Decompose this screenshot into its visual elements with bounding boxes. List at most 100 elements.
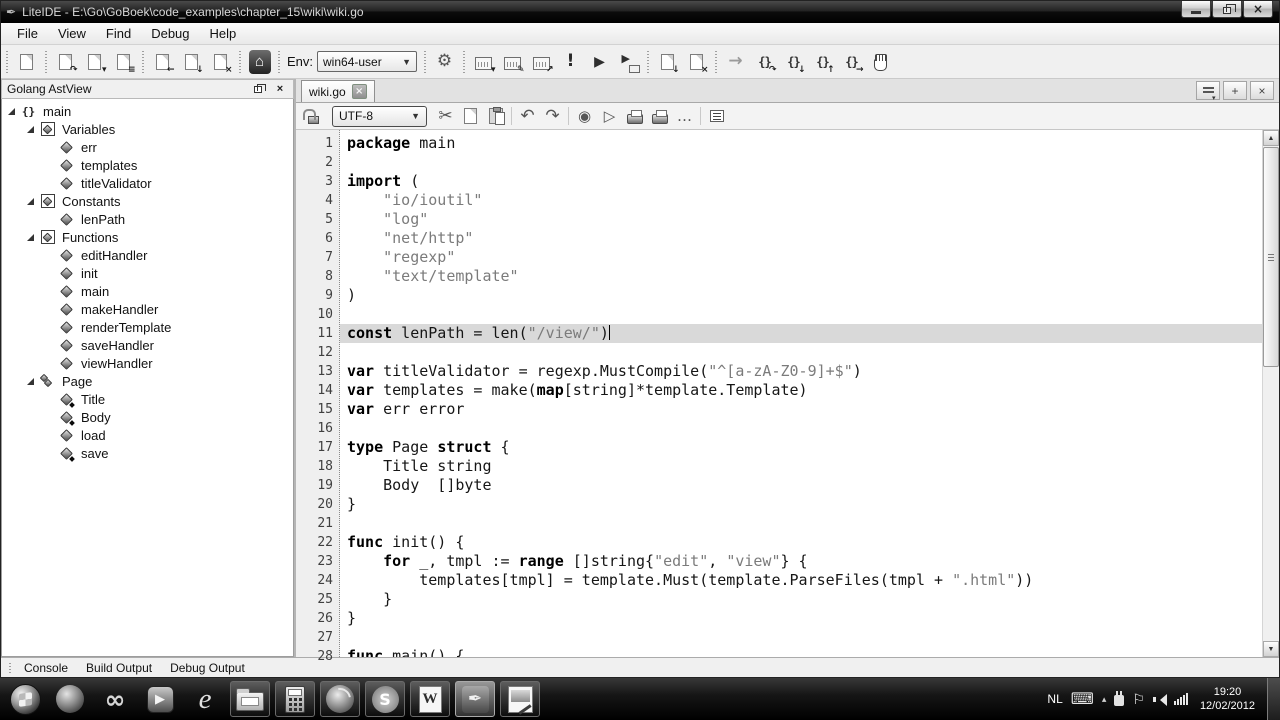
power-plug-icon[interactable] xyxy=(1114,695,1124,706)
code-line[interactable] xyxy=(340,514,1262,533)
open-file-button[interactable]: ↷ xyxy=(52,48,79,75)
tree-item-init[interactable]: init xyxy=(2,264,293,282)
more-button[interactable]: … xyxy=(672,104,697,128)
close-all-files-button[interactable]: × xyxy=(207,48,234,75)
env-select[interactable]: win64-user▼ xyxy=(317,51,417,72)
run-button[interactable]: ▶ xyxy=(586,48,613,75)
tree-item-main[interactable]: {}main xyxy=(2,102,293,120)
edit-outline-button[interactable] xyxy=(704,104,729,128)
action-center-flag-icon[interactable]: ⚐ xyxy=(1132,691,1145,708)
code-line[interactable]: var err error xyxy=(340,400,1262,419)
code-line[interactable]: func main() { xyxy=(340,647,1262,657)
code-line[interactable]: Title string xyxy=(340,457,1262,476)
code-line[interactable]: } xyxy=(340,590,1262,609)
encoding-select[interactable]: UTF-8 ▼ xyxy=(332,106,427,127)
code-line[interactable]: var templates = make(map[string]*templat… xyxy=(340,381,1262,400)
step-out-button[interactable]: {}↑ xyxy=(809,48,836,75)
menu-help[interactable]: Help xyxy=(200,24,247,43)
tree-item-lenpath[interactable]: lenPath xyxy=(2,210,293,228)
code-line[interactable]: Body []byte xyxy=(340,476,1262,495)
lock-button[interactable] xyxy=(301,104,326,128)
expander-icon[interactable] xyxy=(27,378,34,385)
restore-button[interactable] xyxy=(1212,1,1242,18)
step-into-button[interactable]: {}↓ xyxy=(780,48,807,75)
keyboard-icon[interactable]: ⌨ xyxy=(1071,689,1094,709)
close-panel-button[interactable]: × xyxy=(272,82,288,97)
code-line[interactable]: "net/http" xyxy=(340,229,1262,248)
editor-list-button[interactable] xyxy=(1196,81,1220,100)
new-file-button[interactable] xyxy=(13,48,40,75)
stop-debug-button[interactable] xyxy=(867,48,894,75)
show-desktop-button[interactable] xyxy=(1267,678,1280,720)
firefox-icon[interactable] xyxy=(320,681,360,717)
code-line[interactable]: } xyxy=(340,495,1262,514)
skype-icon[interactable]: S xyxy=(365,681,405,717)
code-line[interactable]: "log" xyxy=(340,210,1262,229)
go-get-button[interactable]: ▾ xyxy=(470,48,497,75)
paste-button[interactable] xyxy=(483,104,508,128)
scroll-down-button[interactable]: ▼ xyxy=(1263,641,1279,657)
expander-icon[interactable] xyxy=(27,234,34,241)
menu-file[interactable]: File xyxy=(7,24,48,43)
undo-button[interactable]: ↶ xyxy=(515,104,540,128)
tree-item-body[interactable]: Body xyxy=(2,408,293,426)
options-button[interactable]: ⚙ xyxy=(431,48,458,75)
insert-api-button[interactable]: ↓ xyxy=(654,48,681,75)
word-icon[interactable]: W xyxy=(410,681,450,717)
code-line[interactable]: import ( xyxy=(340,172,1262,191)
stop-action-button[interactable]: ! xyxy=(557,48,584,75)
tab-wiki-go[interactable]: wiki.go × xyxy=(301,80,375,102)
float-panel-button[interactable] xyxy=(250,82,266,97)
expression-icon[interactable]: ∞ xyxy=(95,681,135,717)
vertical-scrollbar[interactable]: ▲ ▼ xyxy=(1262,130,1279,657)
tree-item-title[interactable]: Title xyxy=(2,390,293,408)
code-line[interactable]: package main xyxy=(340,134,1262,153)
tree-item-save[interactable]: save xyxy=(2,444,293,462)
scroll-up-button[interactable]: ▲ xyxy=(1263,130,1279,146)
code-line[interactable]: "io/ioutil" xyxy=(340,191,1262,210)
tree-item-constants[interactable]: Constants xyxy=(2,192,293,210)
go-install-button[interactable]: ↗ xyxy=(528,48,555,75)
code-line[interactable] xyxy=(340,628,1262,647)
tree-item-page[interactable]: Page xyxy=(2,372,293,390)
code-line[interactable]: var titleValidator = regexp.MustCompile(… xyxy=(340,362,1262,381)
revert-file-button[interactable]: ← xyxy=(149,48,176,75)
menu-find[interactable]: Find xyxy=(96,24,141,43)
output-tab-console[interactable]: Console xyxy=(15,659,77,677)
clear-api-button[interactable]: × xyxy=(683,48,710,75)
home-button[interactable]: ⌂ xyxy=(246,48,273,75)
language-indicator[interactable]: NL xyxy=(1047,692,1062,706)
code-line[interactable]: ) xyxy=(340,286,1262,305)
save-all-button[interactable]: ≡ xyxy=(110,48,137,75)
code-line[interactable]: templates[tmpl] = template.Must(template… xyxy=(340,571,1262,590)
tree-item-templates[interactable]: templates xyxy=(2,156,293,174)
close-editor-button[interactable]: × xyxy=(1250,81,1274,100)
expander-icon[interactable] xyxy=(27,198,34,205)
output-tab-debug-output[interactable]: Debug Output xyxy=(161,659,254,677)
save-file-button[interactable]: ▾ xyxy=(81,48,108,75)
code-line[interactable]: for _, tmpl := range []string{"edit", "v… xyxy=(340,552,1262,571)
tree-item-variables[interactable]: Variables xyxy=(2,120,293,138)
menu-debug[interactable]: Debug xyxy=(141,24,199,43)
paint-icon[interactable] xyxy=(500,681,540,717)
hidden-icons-arrow[interactable]: ▴ xyxy=(1102,694,1107,705)
tree-item-edithandler[interactable]: editHandler xyxy=(2,246,293,264)
scrollbar-thumb[interactable] xyxy=(1263,147,1279,367)
play-macro-button[interactable]: ▷ xyxy=(597,104,622,128)
redo-button[interactable]: ↷ xyxy=(540,104,565,128)
taskbar-clock[interactable]: 19:2012/02/2012 xyxy=(1196,685,1259,713)
code-line[interactable]: "text/template" xyxy=(340,267,1262,286)
output-tab-build-output[interactable]: Build Output xyxy=(77,659,161,677)
run-terminal-button[interactable]: ▶ xyxy=(615,48,642,75)
speaker-icon[interactable] xyxy=(1153,693,1166,706)
tree-item-makehandler[interactable]: makeHandler xyxy=(2,300,293,318)
expander-icon[interactable] xyxy=(8,108,15,115)
code-editor[interactable]: package main import ( "io/ioutil" "log" "… xyxy=(340,130,1262,657)
network-signal-icon[interactable] xyxy=(1174,693,1188,705)
debug-continue-button[interactable]: → xyxy=(722,48,749,75)
code-line[interactable] xyxy=(340,343,1262,362)
tree-item-err[interactable]: err xyxy=(2,138,293,156)
tree-item-functions[interactable]: Functions xyxy=(2,228,293,246)
media-player-icon[interactable]: ▶ xyxy=(140,681,180,717)
minimize-button[interactable] xyxy=(1181,1,1211,18)
